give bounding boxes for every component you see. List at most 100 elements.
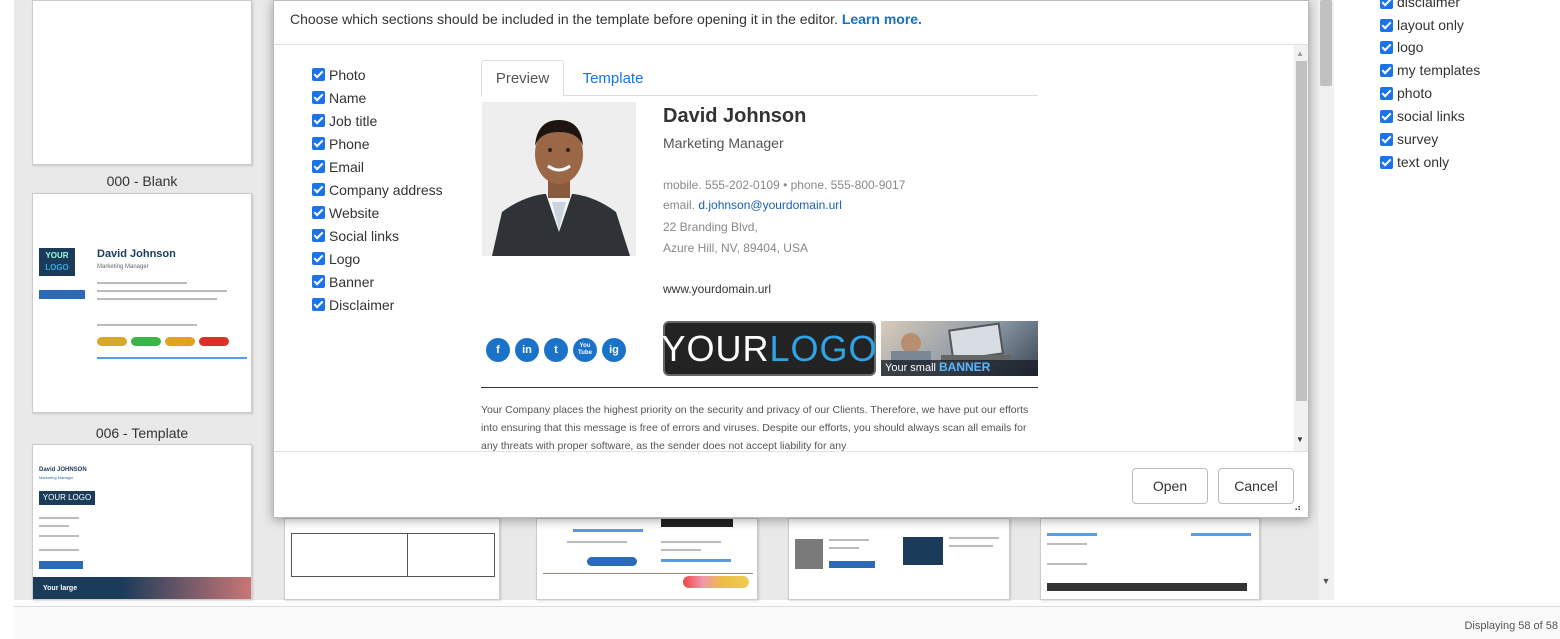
template-card-partial[interactable]: David JOHNSON Marketing Manager YOUR LOG… xyxy=(32,444,252,600)
template-card[interactable] xyxy=(788,518,1010,600)
section-name[interactable]: Name xyxy=(312,86,366,109)
card-line xyxy=(543,573,753,574)
checkbox-icon[interactable] xyxy=(1380,86,1393,100)
template-card[interactable] xyxy=(1040,518,1260,600)
survey-thumb xyxy=(165,337,195,346)
social-thumb xyxy=(39,290,85,299)
template-card[interactable] xyxy=(536,518,758,600)
filter-survey[interactable]: survey xyxy=(1380,129,1438,149)
filter-label: text only xyxy=(1397,154,1450,170)
section-label: Banner xyxy=(329,273,375,290)
person-photo-icon xyxy=(482,102,636,256)
twitter-icon[interactable]: t xyxy=(544,338,568,362)
learn-more-link[interactable]: Learn more. xyxy=(842,11,922,27)
template-label: 000 - Blank xyxy=(106,173,178,189)
social-thumb xyxy=(587,557,637,566)
checkbox-icon[interactable] xyxy=(312,275,325,288)
checkbox-icon[interactable] xyxy=(312,91,325,104)
filter-logo[interactable]: logo xyxy=(1380,37,1423,57)
tab-preview[interactable]: Preview xyxy=(481,60,564,97)
section-label: Job title xyxy=(329,112,378,129)
scroll-up-icon[interactable]: ▲ xyxy=(1296,49,1304,58)
preview-scrollbar-thumb[interactable] xyxy=(1296,61,1307,401)
checkbox-icon[interactable] xyxy=(312,114,325,127)
section-banner[interactable]: Banner xyxy=(312,270,374,293)
preview-scrollbar[interactable]: ▲ ▼ xyxy=(1294,45,1308,451)
template-card-006[interactable]: YOUR LOGO David Johnson Marketing Manage… xyxy=(32,193,252,413)
section-logo[interactable]: Logo xyxy=(312,247,360,270)
filter-social-links[interactable]: social links xyxy=(1380,106,1465,126)
youtube-icon[interactable]: You Tube xyxy=(573,338,597,362)
section-label: Photo xyxy=(329,66,366,83)
scroll-down-icon[interactable]: ▼ xyxy=(1320,576,1332,588)
instagram-icon[interactable]: ig xyxy=(602,338,626,362)
section-website[interactable]: Website xyxy=(312,201,379,224)
checkbox-icon[interactable] xyxy=(312,252,325,265)
banner-thumb-text: Your large xyxy=(43,585,78,592)
resize-handle-icon[interactable]: ⠴ xyxy=(1294,503,1301,514)
banner-big-text: BANNER xyxy=(939,360,991,374)
template-card[interactable] xyxy=(284,518,500,600)
filter-text-only[interactable]: text only xyxy=(1380,152,1449,172)
filter-label: logo xyxy=(1397,39,1424,55)
section-photo[interactable]: Photo xyxy=(312,63,366,86)
checkbox-icon[interactable] xyxy=(312,160,325,173)
survey-thumb xyxy=(199,337,229,346)
section-social-links[interactable]: Social links xyxy=(312,224,399,247)
logo-thumbnail: YOUR LOGO xyxy=(39,491,95,505)
template-label: 006 - Template xyxy=(95,425,189,441)
logo-text-logo: LOGO xyxy=(769,327,878,369)
facebook-icon[interactable]: f xyxy=(486,338,510,362)
social-thumb xyxy=(39,561,83,569)
checkbox-icon[interactable] xyxy=(312,68,325,81)
section-email[interactable]: Email xyxy=(312,155,364,178)
section-company-address[interactable]: Company address xyxy=(312,178,443,201)
card-table-divider xyxy=(407,533,408,577)
signature-address-line1: 22 Branding Blvd, xyxy=(663,220,758,234)
card-line xyxy=(829,539,869,541)
tab-template[interactable]: Template xyxy=(573,60,653,96)
photo-thumb xyxy=(795,539,823,569)
filter-my-templates[interactable]: my templates xyxy=(1380,60,1480,80)
preview-tabs: Preview Template xyxy=(481,60,1038,97)
section-disclaimer[interactable]: Disclaimer xyxy=(312,293,394,316)
checkbox-icon[interactable] xyxy=(312,229,325,242)
filter-photo[interactable]: photo xyxy=(1380,83,1432,103)
filter-label: social links xyxy=(1397,108,1465,124)
section-job-title[interactable]: Job title xyxy=(312,109,377,132)
section-label: Social links xyxy=(329,227,400,244)
scroll-down-icon[interactable]: ▼ xyxy=(1296,435,1304,444)
filter-disclaimer[interactable]: disclaimer xyxy=(1380,0,1460,12)
gallery-scrollbar-thumb[interactable] xyxy=(1320,0,1332,86)
card-line xyxy=(39,525,69,527)
checkbox-icon[interactable] xyxy=(312,298,325,311)
checkbox-icon[interactable] xyxy=(1380,0,1393,9)
survey-thumb xyxy=(97,337,127,346)
open-button[interactable]: Open xyxy=(1132,468,1208,504)
description-text: Choose which sections should be included… xyxy=(290,11,838,27)
filter-label: photo xyxy=(1397,85,1433,101)
logo-text-your: YOUR xyxy=(661,327,770,369)
signature-email[interactable]: d.johnson@yourdomain.url xyxy=(698,198,842,212)
signature-banner: Your small BANNER xyxy=(881,321,1038,376)
gallery-scrollbar[interactable] xyxy=(1318,0,1334,600)
linkedin-icon[interactable]: in xyxy=(515,338,539,362)
checkbox-icon[interactable] xyxy=(1380,18,1393,32)
template-card-blank[interactable] xyxy=(32,0,252,165)
card-line xyxy=(39,535,79,537)
checkbox-icon[interactable] xyxy=(1380,132,1393,146)
cancel-button[interactable]: Cancel xyxy=(1218,468,1294,504)
checkbox-icon[interactable] xyxy=(312,183,325,196)
checkbox-icon[interactable] xyxy=(1380,63,1393,77)
pagination-status: Displaying 58 of 58 xyxy=(1464,620,1558,632)
card-line xyxy=(567,541,627,543)
checkbox-icon[interactable] xyxy=(1380,109,1393,123)
filter-layout-only[interactable]: layout only xyxy=(1380,15,1464,35)
section-phone[interactable]: Phone xyxy=(312,132,369,155)
checkbox-icon[interactable] xyxy=(1380,155,1393,169)
survey-thumb xyxy=(131,337,161,346)
checkbox-icon[interactable] xyxy=(1380,40,1393,54)
section-label: Company address xyxy=(329,181,443,198)
checkbox-icon[interactable] xyxy=(312,137,325,150)
checkbox-icon[interactable] xyxy=(312,206,325,219)
